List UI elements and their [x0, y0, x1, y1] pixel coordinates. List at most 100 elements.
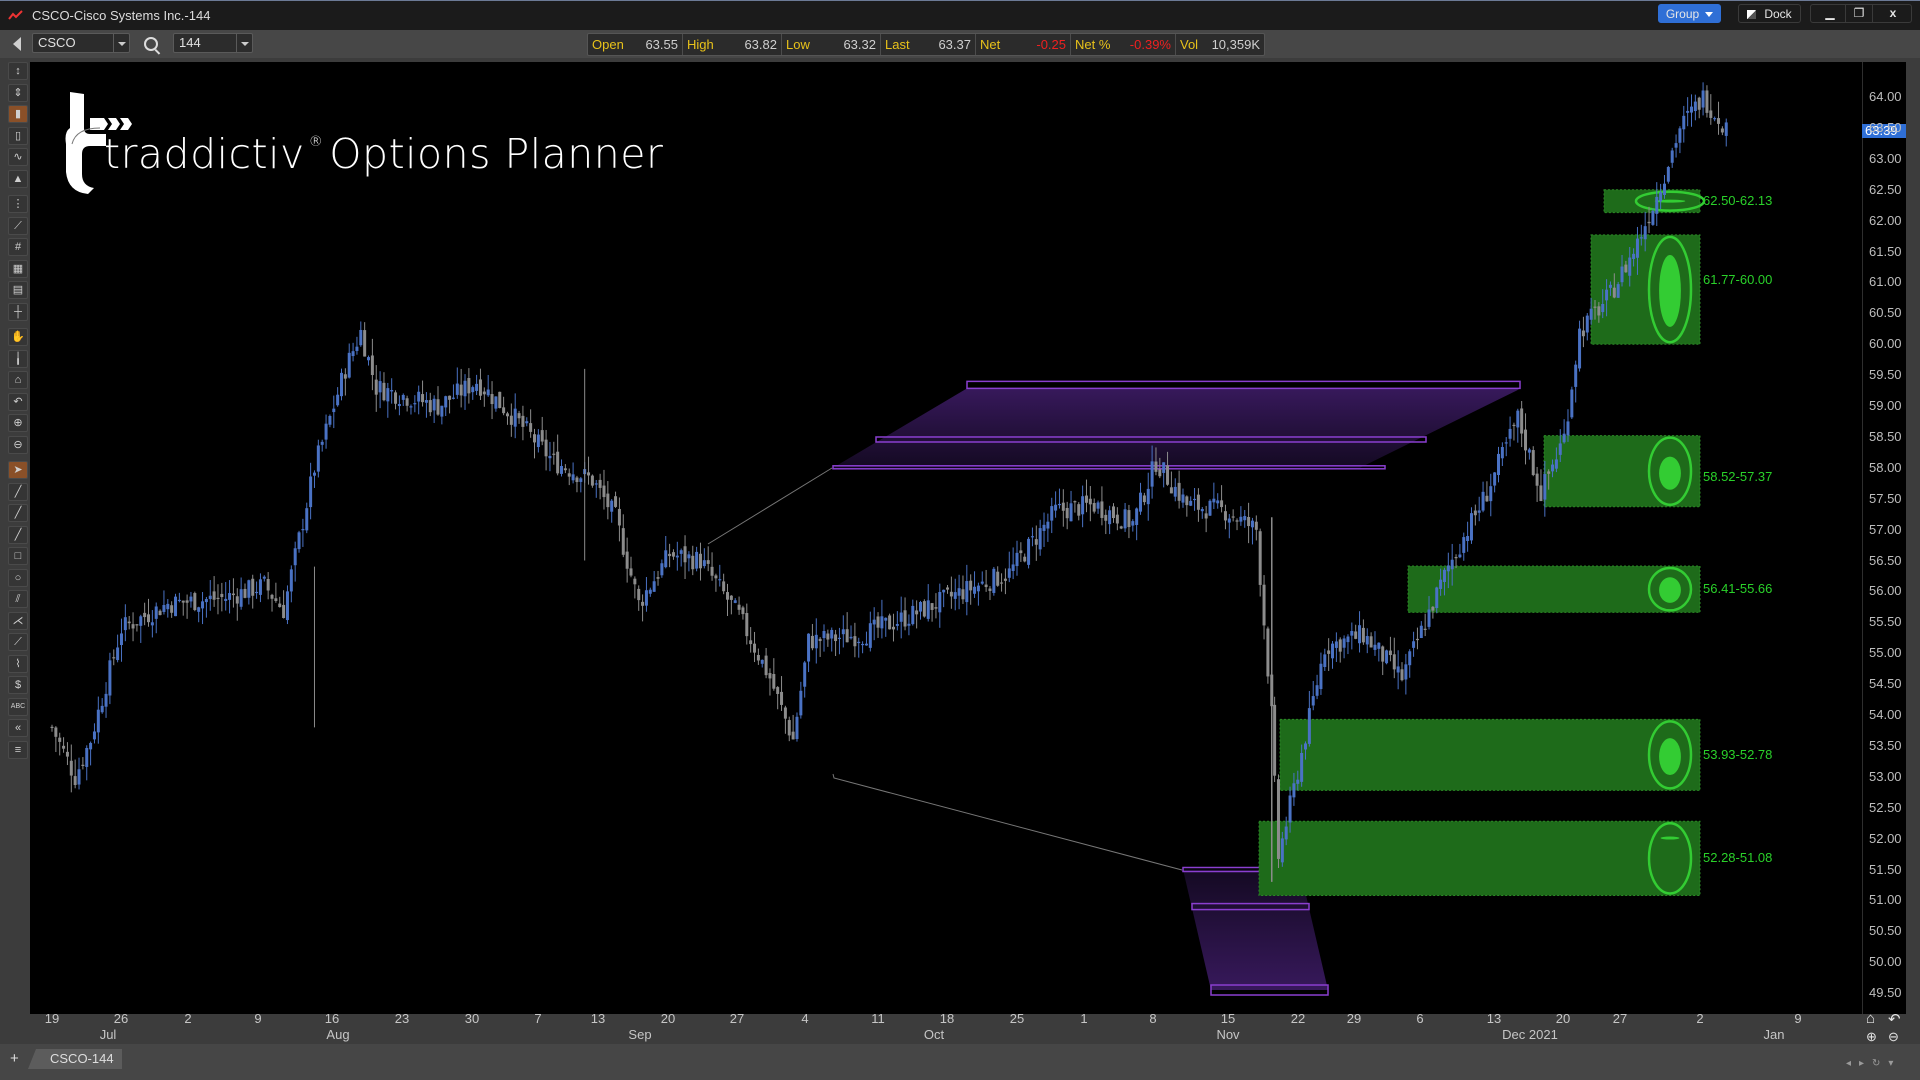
- candle-body: [1446, 565, 1450, 572]
- candle-body: [139, 616, 143, 626]
- line-chart-icon[interactable]: ∿: [8, 148, 28, 166]
- candle-body: [123, 617, 127, 631]
- line-tool-icon[interactable]: ╱: [8, 482, 28, 501]
- price-chart[interactable]: [30, 62, 1862, 1014]
- candle-body: [1493, 472, 1497, 486]
- hand-icon[interactable]: ✋: [8, 328, 28, 346]
- mountain-chart-icon[interactable]: ▲: [8, 169, 28, 188]
- candle-body: [1520, 408, 1524, 434]
- candle-body: [1620, 266, 1624, 283]
- close-button[interactable]: x: [1875, 5, 1911, 22]
- zoom-out-icon[interactable]: ⊖: [1888, 1029, 1899, 1045]
- home-icon[interactable]: ⌂: [8, 371, 28, 389]
- candle-body: [444, 396, 448, 408]
- date-tick: 18: [939, 1011, 955, 1026]
- candle-body: [1554, 459, 1558, 469]
- candle-body: [575, 477, 579, 483]
- bar-chart-icon[interactable]: ↕: [8, 62, 28, 80]
- zone-range-label: 56.41-55.66: [1703, 581, 1773, 597]
- tab-csco-144[interactable]: CSCO-144: [28, 1049, 122, 1069]
- search-icon[interactable]: [144, 37, 158, 51]
- price-tick: 60.00: [1869, 336, 1902, 352]
- add-tab-button[interactable]: +: [10, 1050, 19, 1067]
- candle-body: [1123, 509, 1127, 529]
- candle-body: [1377, 642, 1381, 649]
- date-tick: 4: [801, 1011, 809, 1026]
- date-tick: 16: [324, 1011, 340, 1026]
- price-tick: 56.50: [1869, 552, 1902, 568]
- candle-body: [1258, 531, 1262, 585]
- candle-body: [965, 581, 969, 603]
- log-scale-icon[interactable]: ⟋: [8, 216, 28, 235]
- candle-body: [590, 475, 594, 486]
- tab-navigation[interactable]: ◂▸↻▾: [1846, 1058, 1901, 1069]
- quote-open: Open 63.55: [588, 34, 683, 55]
- segment-tool-icon[interactable]: ╱: [8, 525, 28, 544]
- candle-body: [394, 392, 398, 404]
- text-tool-icon[interactable]: ABC: [8, 697, 28, 716]
- rectangle-tool-icon[interactable]: □: [8, 547, 28, 565]
- candle-body: [799, 690, 803, 716]
- polyline-tool-icon[interactable]: ⌇: [8, 654, 28, 673]
- candle-body: [1235, 520, 1239, 522]
- candle-body: [1442, 569, 1446, 582]
- candle-body: [482, 391, 486, 395]
- ohlc-icon[interactable]: ▯: [8, 126, 28, 145]
- quote-label: Net %: [1075, 37, 1111, 52]
- chevron-down-icon: [1705, 12, 1714, 18]
- pointer-icon[interactable]: ➤: [8, 461, 28, 479]
- home-icon[interactable]: ⌂: [1866, 1010, 1875, 1027]
- candle-body: [1489, 486, 1493, 502]
- period-input[interactable]: 144: [173, 33, 253, 53]
- date-tick: 9: [254, 1011, 262, 1026]
- candle-body: [791, 731, 795, 740]
- channel-tool-icon[interactable]: ⫽: [8, 590, 28, 608]
- candle-body: [116, 647, 120, 661]
- candle-body: [826, 633, 830, 640]
- group-button[interactable]: Group: [1658, 4, 1721, 23]
- candle-body: [726, 592, 729, 600]
- chart-canvas[interactable]: [30, 62, 1862, 1014]
- minimize-button[interactable]: ▁: [1817, 5, 1843, 22]
- candlestick-icon[interactable]: ▮: [8, 105, 28, 123]
- zoom-in-icon[interactable]: ⊕: [1866, 1029, 1877, 1045]
- group-label: Group: [1665, 7, 1700, 21]
- fib-tool-icon[interactable]: ⟋: [8, 633, 28, 651]
- grid-icon[interactable]: #: [8, 238, 28, 256]
- undo-icon[interactable]: ↶: [8, 392, 28, 411]
- fan-tool-icon[interactable]: ⋌: [8, 611, 28, 630]
- candle-body: [50, 726, 54, 728]
- crosshair-icon[interactable]: ┼: [8, 302, 28, 321]
- quote-vol: Vol 10,359K: [1176, 34, 1264, 55]
- cursor-small-icon[interactable]: ╽: [8, 349, 28, 368]
- candle-body: [1373, 644, 1377, 650]
- data-box-icon[interactable]: ▤: [8, 281, 28, 299]
- price-tool-icon[interactable]: $: [8, 676, 28, 694]
- undo-icon[interactable]: ↶: [1888, 1010, 1901, 1028]
- table-icon[interactable]: ▦: [8, 259, 28, 278]
- zoom-out-icon[interactable]: ⊖: [8, 435, 28, 454]
- price-tick: 57.50: [1869, 490, 1902, 506]
- hollow-bar-icon[interactable]: ⇕: [8, 83, 28, 102]
- symbol-input[interactable]: CSCO: [32, 33, 130, 53]
- restore-button[interactable]: ❐: [1845, 5, 1873, 22]
- ray-tool-icon[interactable]: ╱: [8, 504, 28, 522]
- menu-icon[interactable]: ≡: [8, 740, 28, 759]
- ellipse-tool-icon[interactable]: ○: [8, 568, 28, 587]
- candle-body: [1115, 514, 1119, 524]
- back-arrow-icon[interactable]: [13, 37, 21, 51]
- candle-body: [343, 374, 347, 379]
- support-zone: [1279, 718, 1701, 791]
- candle-body: [652, 581, 656, 592]
- dock-button[interactable]: Dock: [1738, 4, 1801, 23]
- candle-body: [367, 357, 371, 361]
- symbol-dropdown-icon[interactable]: [113, 34, 129, 52]
- rewind-icon[interactable]: «: [8, 719, 28, 737]
- scale-icon[interactable]: ⋮: [8, 195, 28, 213]
- candle-body: [1686, 110, 1690, 113]
- zoom-in-icon[interactable]: ⊕: [8, 414, 28, 432]
- candle-body: [471, 387, 475, 393]
- period-dropdown-icon[interactable]: [236, 34, 252, 52]
- candle-body: [513, 408, 517, 427]
- price-tick: 62.00: [1869, 212, 1902, 228]
